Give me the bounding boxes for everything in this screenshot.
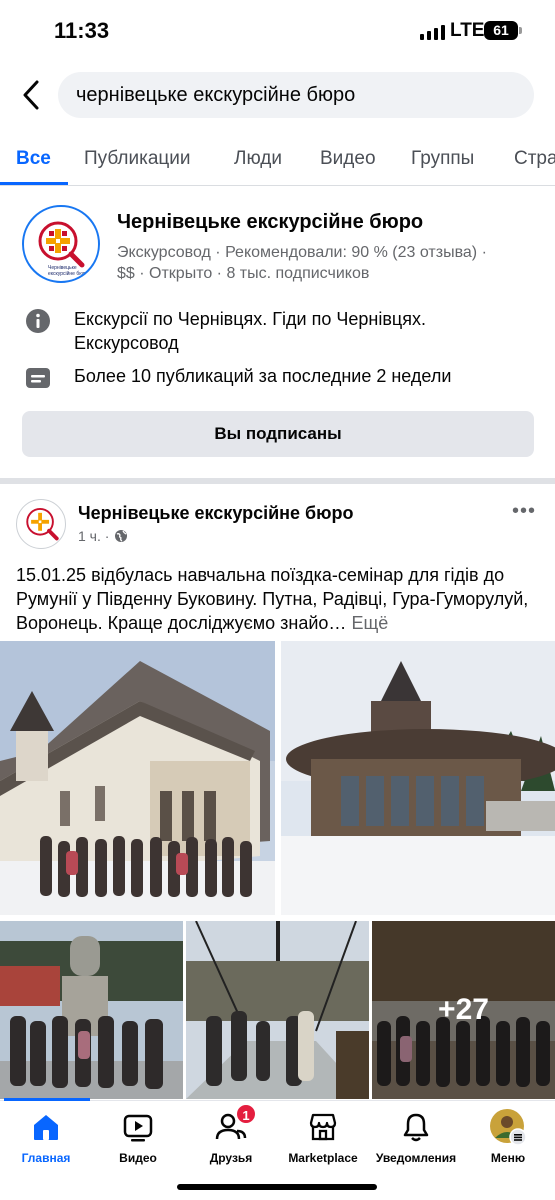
nav-notifications-label: Уведомления (375, 1151, 457, 1165)
monastery-photo-icon (281, 641, 555, 915)
globe-icon (115, 530, 128, 542)
bureau-logo-icon: Чернівецьке екскурсійне бюро (38, 221, 89, 277)
tab-people[interactable]: Люди (234, 148, 282, 170)
nav-active-indicator (4, 1098, 90, 1101)
signal-icon (420, 24, 445, 40)
nav-home-label: Главная (21, 1151, 71, 1165)
post-body: 15.01.25 відбулась навчальна поїздка-сем… (16, 565, 529, 633)
page-meta-status: $$ · Открыто · 8 тыс. подписчиков (117, 265, 370, 282)
page-result-card[interactable]: Чернівецьке екскурсійне бюро Чернівецьке… (0, 187, 555, 477)
home-icon (34, 1115, 58, 1140)
post-photo[interactable] (186, 921, 369, 1099)
back-button[interactable] (16, 76, 50, 114)
subscribed-button[interactable]: Вы подписаны (22, 411, 534, 457)
post-author-avatar[interactable] (16, 499, 66, 549)
svg-text:екскурсійне бюро: екскурсійне бюро (48, 270, 89, 277)
nav-video-label: Видео (119, 1151, 157, 1165)
bridge-photo-icon (186, 921, 369, 1099)
tab-video[interactable]: Видео (320, 148, 376, 170)
nav-menu-label: Меню (490, 1151, 526, 1165)
more-options-button[interactable]: ••• (512, 500, 536, 523)
page-logo[interactable]: Чернівецьке екскурсійне бюро (22, 205, 100, 283)
post-photo[interactable] (281, 641, 555, 915)
home-indicator (177, 1184, 377, 1190)
nav-friends-label: Друзья (209, 1151, 253, 1165)
more-photos-count: +27 (372, 921, 555, 1099)
post-text: 15.01.25 відбулась навчальна поїздка-сем… (16, 563, 544, 635)
nav-marketplace[interactable]: Marketplace (277, 1109, 369, 1165)
page-meta: Экскурсовод · Рекомендовали: 90 % (23 от… (117, 244, 487, 261)
tab-groups[interactable]: Группы (411, 148, 474, 170)
status-time: 11:33 (54, 18, 110, 43)
section-divider (0, 478, 555, 484)
network-type: LTE (450, 20, 485, 41)
tab-all[interactable]: Все (16, 148, 51, 170)
bell-icon (403, 1113, 429, 1142)
nav-marketplace-label: Marketplace (288, 1151, 358, 1165)
nav-notifications[interactable]: Уведомления (370, 1109, 462, 1165)
active-tab-indicator (0, 182, 68, 185)
group-photo-icon (0, 921, 183, 1099)
page-activity-text: Более 10 публикаций за последние 2 недел… (74, 366, 452, 386)
post-feed-icon (26, 368, 50, 388)
nav-menu[interactable]: Меню (462, 1109, 554, 1165)
menu-avatar-icon (490, 1109, 527, 1146)
tab-posts[interactable]: Публикации (84, 148, 191, 170)
marketplace-icon (309, 1113, 337, 1141)
monastery-photo-icon (0, 641, 275, 915)
bureau-logo-icon (26, 508, 59, 541)
post-photo-more[interactable]: +27 (372, 921, 555, 1099)
page-about-row: Екскурсії по Чернівцях. Гіди по Чернівця… (24, 307, 514, 355)
page-activity-row: Более 10 публикаций за последние 2 недел… (24, 364, 451, 392)
tab-pages[interactable]: Стра (514, 148, 555, 170)
page-about-text: Екскурсії по Чернівцях. Гіди по Чернівця… (74, 309, 426, 353)
filter-tabs: Все Публикации Люди Видео Группы Стра (0, 134, 555, 186)
chevron-left-icon (23, 80, 39, 110)
search-input[interactable]: чернівецьке екскурсійне бюро (58, 72, 534, 118)
battery-icon: 61 (484, 21, 518, 40)
post-author-name[interactable]: Чернівецьке екскурсійне бюро (78, 503, 354, 524)
post-timestamp: 1 ч. · (78, 528, 128, 544)
nav-home[interactable]: Главная (0, 1109, 92, 1165)
see-more-link[interactable]: Ещё (351, 613, 388, 633)
post-time-text: 1 ч. · (78, 528, 110, 544)
nav-friends[interactable]: 1 Друзья (185, 1103, 277, 1165)
post-photo[interactable] (0, 641, 275, 915)
video-icon (123, 1114, 153, 1142)
page-name[interactable]: Чернівецьке екскурсійне бюро (117, 211, 423, 234)
post-photo[interactable] (0, 921, 183, 1099)
friends-badge: 1 (235, 1103, 257, 1125)
info-icon (26, 309, 50, 333)
status-bar: 11:33 LTE 61 (0, 0, 555, 62)
nav-video[interactable]: Видео (92, 1109, 184, 1165)
